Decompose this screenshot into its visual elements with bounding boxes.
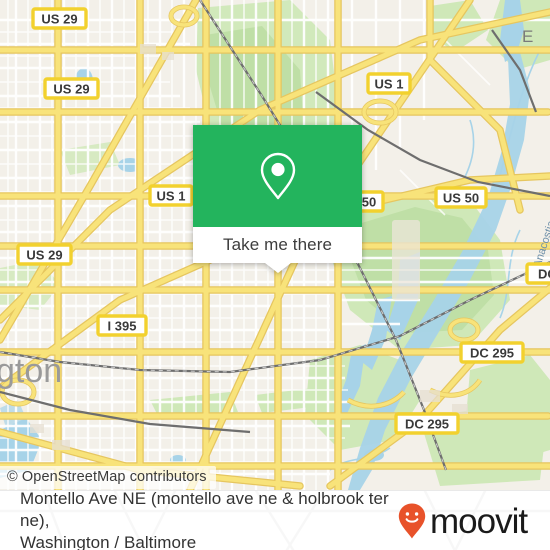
svg-text:US 29: US 29	[41, 12, 77, 27]
shield-us-29-north: US 29	[31, 7, 88, 30]
shield-us-29-mid: US 29	[43, 77, 100, 100]
location-title: Montello Ave NE (montello ave ne & holbr…	[20, 490, 395, 550]
map-pin-icon	[260, 152, 295, 200]
location-title-line1: Montello Ave NE (montello ave ne & holbr…	[20, 490, 389, 530]
map-edge-label: E	[522, 27, 533, 46]
svg-text:DC 295: DC 295	[470, 346, 514, 361]
shield-us-50-right: US 50	[434, 186, 488, 209]
shield-dc-295-lower: DC 295	[394, 412, 460, 435]
svg-text:US 29: US 29	[53, 82, 89, 97]
map-screen: gton E Anacostia US 29 US 29 US 29 US 1 …	[0, 0, 550, 550]
svg-text:50: 50	[362, 195, 376, 210]
map-city-label: gton	[0, 352, 62, 390]
moovit-brand[interactable]: moovit	[397, 501, 528, 541]
shield-us-1-right: US 1	[366, 72, 412, 95]
card-pointer-tail	[264, 263, 291, 273]
osm-attribution[interactable]: © OpenStreetMap contributors	[0, 466, 216, 489]
moovit-pin-icon	[398, 503, 426, 539]
shield-i-395: I 395	[96, 314, 148, 337]
svg-text:US 50: US 50	[443, 191, 479, 206]
take-me-there-card[interactable]: Take me there	[193, 125, 362, 273]
svg-text:US 1: US 1	[375, 77, 404, 92]
take-me-there-label: Take me there	[222, 235, 333, 254]
card-icon-area	[193, 125, 362, 227]
svg-text:US 29: US 29	[26, 248, 62, 263]
shield-us-1-left: US 1	[148, 184, 194, 207]
svg-text:DC 295: DC 295	[405, 417, 449, 432]
footer-bar: Montello Ave NE (montello ave ne & holbr…	[0, 490, 550, 550]
location-title-line2: Washington / Baltimore	[20, 533, 197, 550]
shield-us-29-west: US 29	[16, 243, 73, 266]
svg-text:US 1: US 1	[157, 189, 186, 204]
card-action-area[interactable]: Take me there	[193, 227, 362, 273]
shield-dc-295-upper: DC 295	[459, 341, 525, 364]
svg-text:DC: DC	[538, 267, 550, 282]
moovit-wordmark: moovit	[430, 501, 528, 541]
svg-text:I 395: I 395	[108, 319, 137, 334]
shield-dc-edge: DC	[525, 262, 550, 285]
